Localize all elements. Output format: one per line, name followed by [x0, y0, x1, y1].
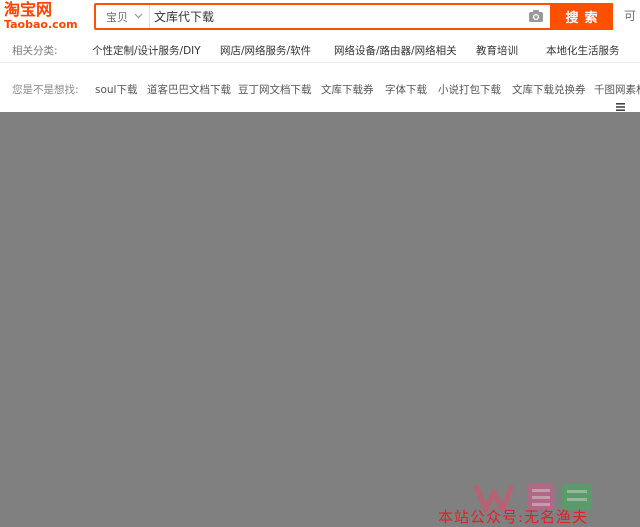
category-item[interactable]: 教育培训: [476, 43, 518, 58]
taobao-logo[interactable]: 淘宝网 Taobao.com: [4, 0, 78, 33]
more-suggestions-icon[interactable]: [616, 103, 625, 111]
suggestion-item[interactable]: 文库下载券: [321, 82, 374, 97]
related-categories-label: 相关分类:: [12, 44, 58, 57]
search-button[interactable]: 搜索: [550, 3, 613, 30]
category-item[interactable]: 个性定制/设计服务/DIY: [92, 43, 201, 58]
search-box: 宝贝 搜索: [94, 3, 613, 30]
header: 淘宝网 Taobao.com 宝贝 搜索 可: [0, 0, 640, 38]
suggestion-item[interactable]: 文库下载兑换券: [512, 82, 586, 97]
suggestion-item[interactable]: 字体下载: [385, 82, 427, 97]
search-input[interactable]: [151, 5, 521, 28]
results-area: [0, 112, 640, 527]
suggestions: 您是不是想找: soul下载 道客巴巴文档下载 豆丁网文档下载 文库下载券 字体…: [0, 76, 640, 102]
suggestion-item[interactable]: 道客巴巴文档下载: [147, 82, 231, 97]
camera-icon[interactable]: [528, 9, 544, 23]
suggestion-item[interactable]: 小说打包下载: [438, 82, 501, 97]
header-edge-text[interactable]: 可: [624, 7, 636, 24]
suggestion-item[interactable]: 千图网素材: [594, 82, 640, 97]
category-item[interactable]: 网店/网络服务/软件: [220, 43, 311, 58]
suggestion-item[interactable]: soul下载: [95, 82, 137, 97]
related-categories: 相关分类: 个性定制/设计服务/DIY 网店/网络服务/软件 网络设备/路由器/…: [0, 38, 640, 63]
suggestion-item[interactable]: 豆丁网文档下载: [238, 82, 312, 97]
category-item[interactable]: 本地化生活服务: [546, 43, 620, 58]
suggestions-label: 您是不是想找:: [12, 83, 79, 96]
logo-en: Taobao.com: [4, 18, 78, 31]
watermark-text: 本站公众号:无名渔夫: [438, 508, 589, 526]
search-scope-select[interactable]: 宝贝: [96, 5, 150, 28]
category-item[interactable]: 网络设备/路由器/网络相关: [334, 43, 457, 58]
logo-cn: 淘宝网: [4, 0, 53, 19]
chevron-down-icon: [134, 13, 143, 19]
search-scope-label: 宝贝: [106, 10, 128, 24]
